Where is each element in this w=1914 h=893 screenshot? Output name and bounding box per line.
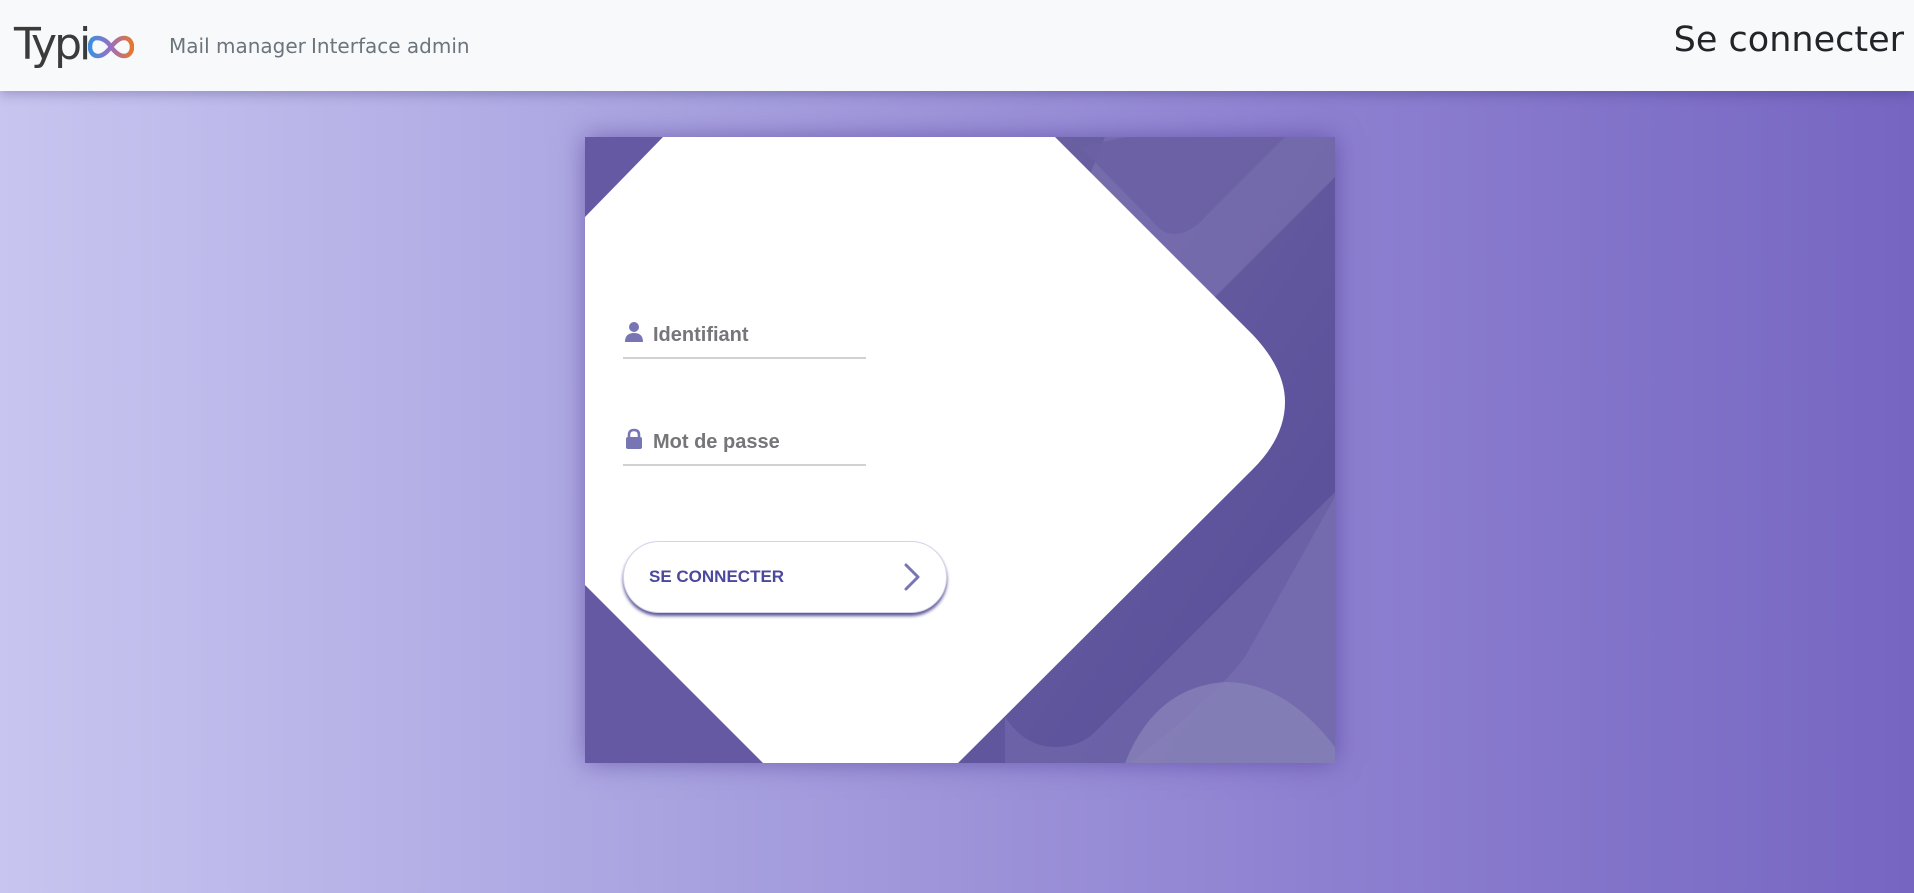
nav-link-interface-admin[interactable]: Interface admin: [311, 34, 470, 58]
username-field[interactable]: [623, 313, 866, 359]
lock-icon: [626, 428, 642, 449]
username-input[interactable]: [653, 323, 853, 347]
login-card: SE CONNECTER: [585, 137, 1335, 763]
nav-link-mail-manager[interactable]: Mail manager: [169, 34, 306, 58]
page-title: Se connecter: [1673, 20, 1904, 60]
password-field[interactable]: [623, 420, 866, 466]
login-submit-label: SE CONNECTER: [649, 567, 785, 586]
brand-logo-text: Typi: [14, 19, 91, 70]
top-navbar: Typi Mail manager Interface admin Se con…: [0, 0, 1914, 91]
infinity-icon: [88, 35, 135, 59]
user-icon: [625, 322, 643, 342]
password-input[interactable]: [653, 430, 853, 454]
login-submit-button[interactable]: SE CONNECTER: [623, 541, 947, 613]
brand-logo[interactable]: Typi: [14, 19, 135, 70]
chevron-right-icon: [904, 563, 920, 591]
